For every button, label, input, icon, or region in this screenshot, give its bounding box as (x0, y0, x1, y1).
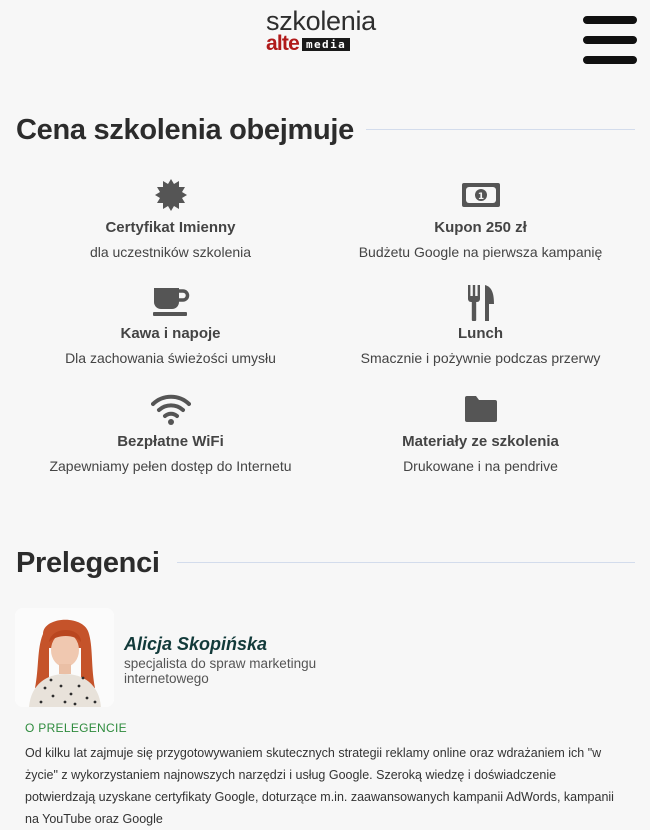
feature-description: Budżetu Google na pierwsza kampanię (358, 244, 603, 260)
feature-title: Lunch (458, 325, 503, 342)
speaker-bio: Od kilku lat zajmuje się przygotowywanie… (25, 746, 614, 826)
speakers-section-heading: Prelegenci (0, 545, 650, 585)
svg-text:1: 1 (477, 192, 483, 202)
coffee-cup-icon (8, 284, 333, 324)
feature-title: Certyfikat Imienny (105, 219, 236, 236)
logo-wordmark: szkolenia (266, 6, 376, 36)
site-header: szkolenia alte media (0, 0, 650, 80)
feature-coupon: 1 Kupon 250 zł Budżetu Google na pierwsz… (318, 178, 643, 262)
feature-description: Smacznie i pożywnie podczas przerwy (360, 350, 601, 366)
feature-description: Drukowane i na pendrive (403, 458, 558, 474)
banknote-icon: 1 (318, 178, 643, 218)
logo-media-badge: media (302, 37, 351, 51)
pricing-title: Cena szkolenia obejmuje (16, 114, 354, 146)
about-speaker-link[interactable]: O PRELEGENCIE (25, 721, 127, 735)
feature-title: Kupon 250 zł (434, 219, 527, 236)
hamburger-menu-icon[interactable] (583, 16, 637, 64)
pricing-section-heading: Cena szkolenia obejmuje (0, 112, 650, 152)
feature-materials: Materiały ze szkolenia Drukowane i na pe… (318, 392, 643, 476)
speaker-avatar (15, 608, 114, 707)
feature-title: Kawa i napoje (120, 325, 221, 342)
feature-description: Zapewniamy pełen dostęp do Internetu (49, 458, 292, 474)
folder-icon (318, 392, 643, 432)
wifi-icon (8, 392, 333, 432)
speaker-name[interactable]: Alicja Skopińska (124, 634, 267, 655)
certificate-badge-icon (8, 178, 333, 218)
feature-certificate: Certyfikat Imienny dla uczestników szkol… (8, 178, 333, 262)
feature-lunch: Lunch Smacznie i pożywnie podczas przerw… (318, 284, 643, 368)
feature-coffee: Kawa i napoje Dla zachowania świeżości u… (8, 284, 333, 368)
fork-knife-icon (318, 284, 643, 324)
speaker-role: specjalista do spraw marketingu internet… (124, 656, 317, 686)
feature-wifi: Bezpłatne WiFi Zapewniamy pełen dostęp d… (8, 392, 333, 476)
speakers-title: Prelegenci (16, 547, 160, 579)
divider (366, 129, 635, 130)
feature-description: dla uczestników szkolenia (89, 244, 252, 260)
divider (177, 562, 635, 563)
feature-description: Dla zachowania świeżości umysłu (65, 350, 276, 366)
feature-title: Materiały ze szkolenia (402, 433, 559, 450)
logo-brand: alte (266, 32, 300, 55)
feature-title: Bezpłatne WiFi (117, 433, 224, 450)
logo[interactable]: szkolenia alte media (266, 6, 384, 55)
